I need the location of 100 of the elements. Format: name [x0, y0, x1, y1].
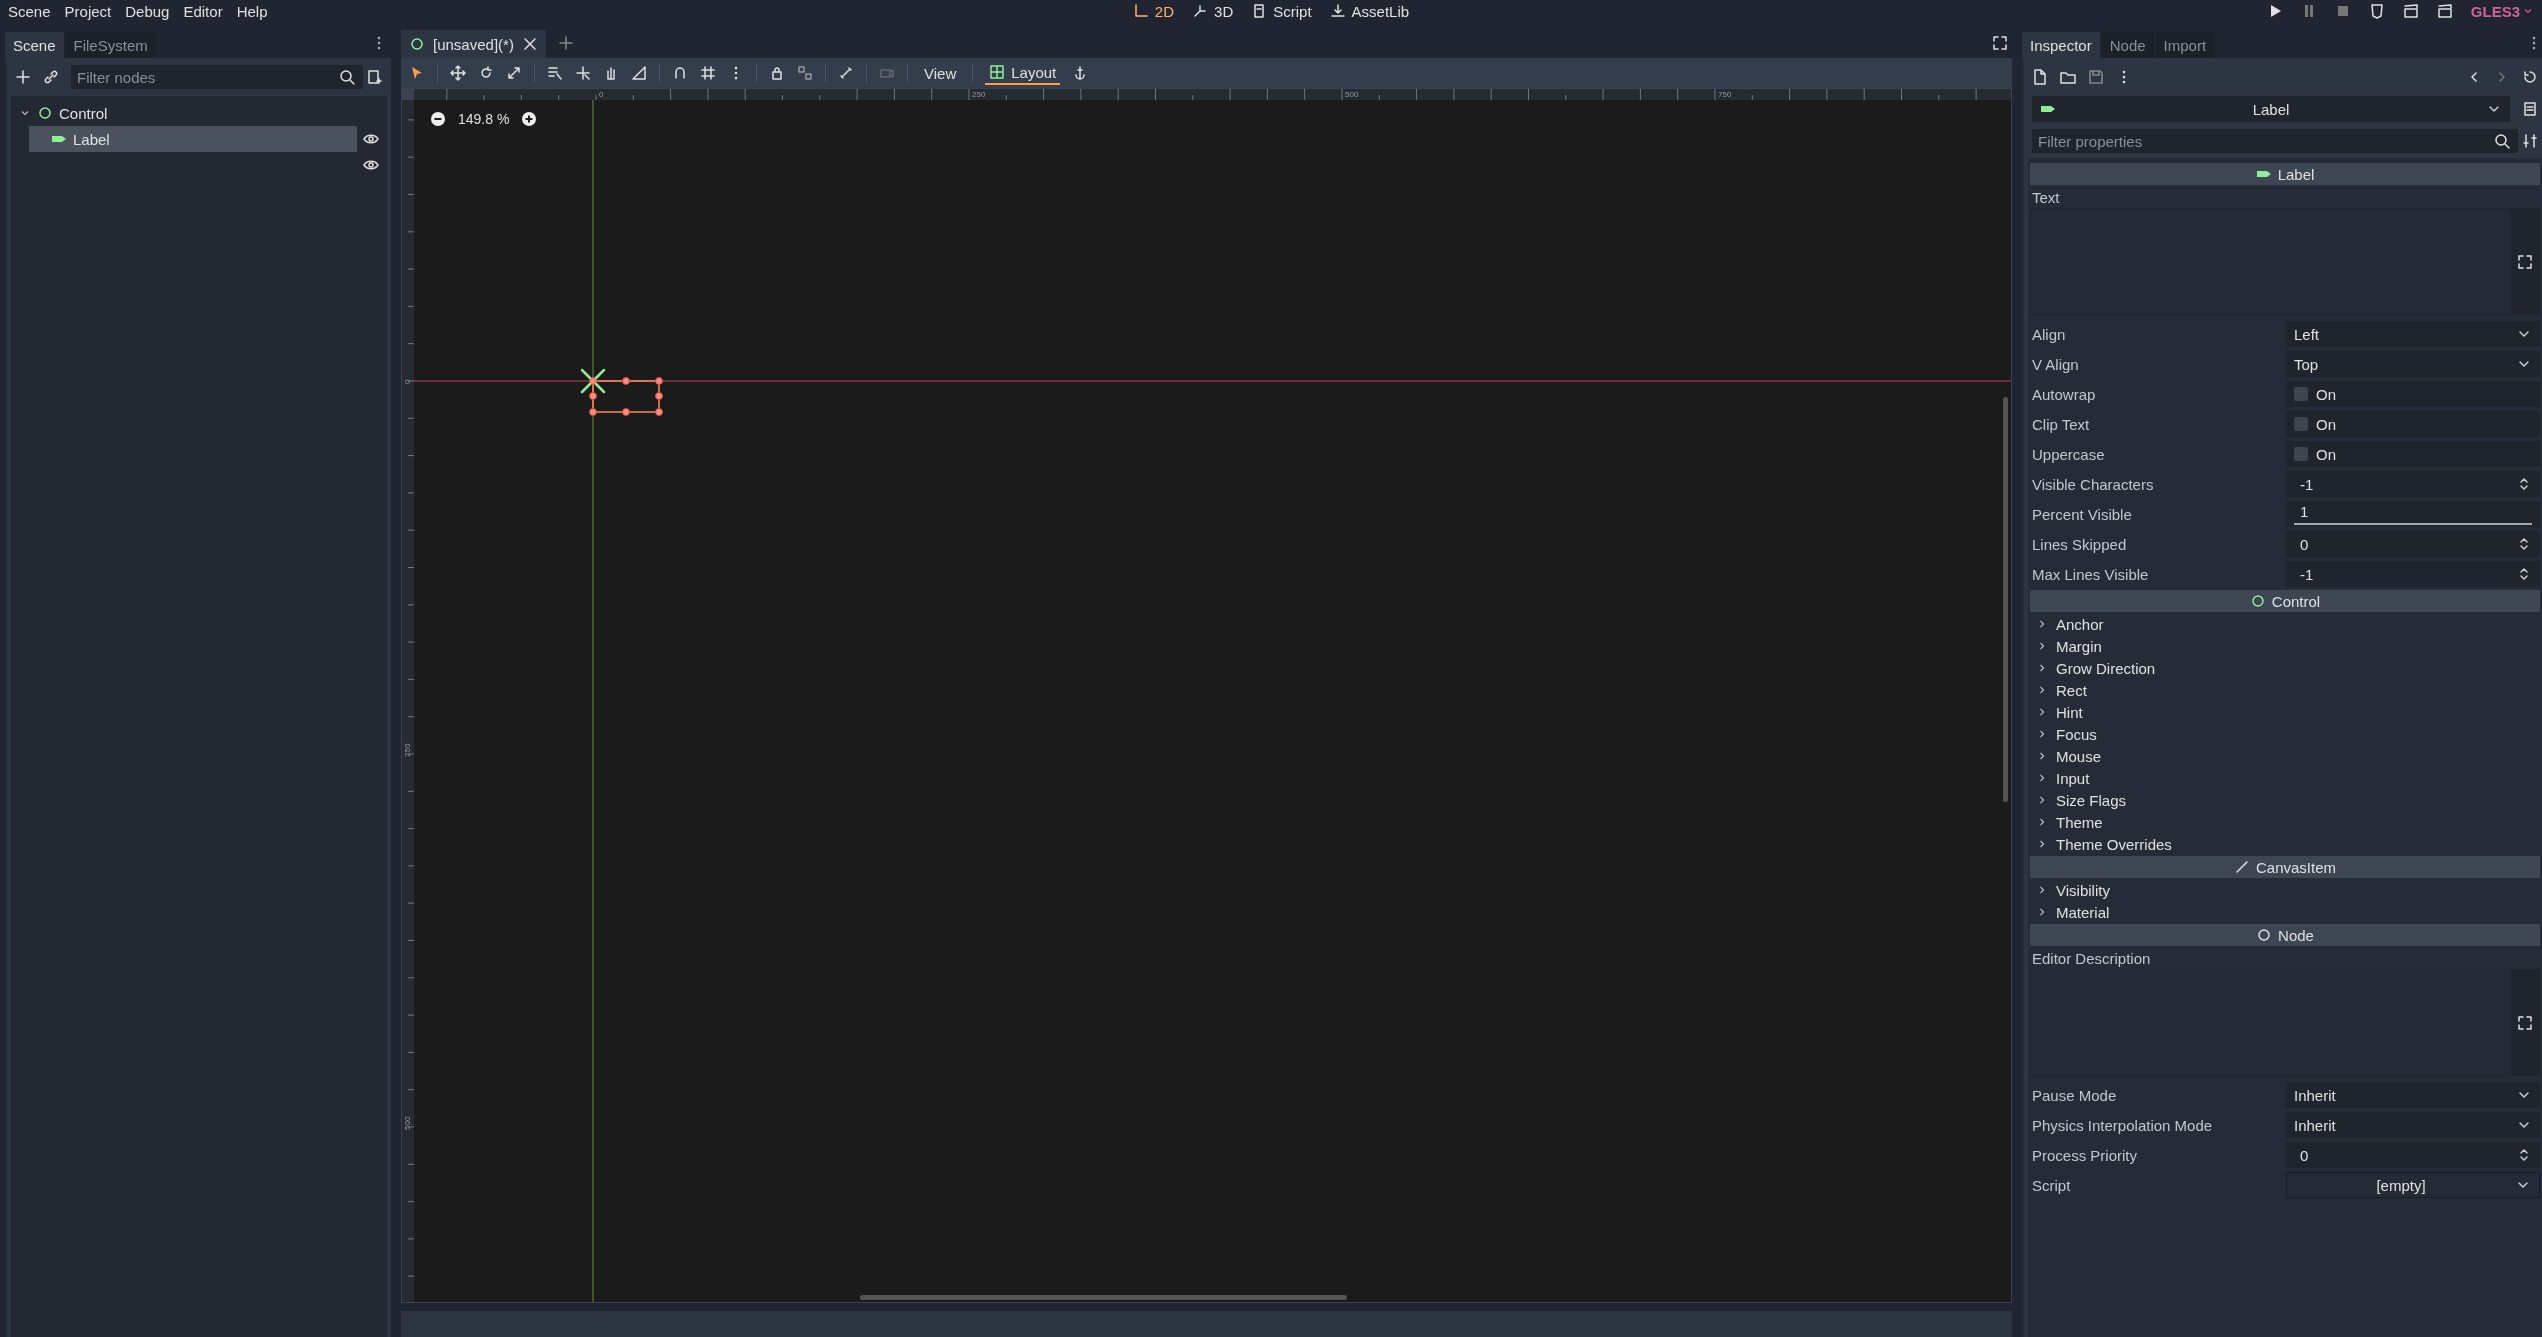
property-group[interactable]: Anchor: [2030, 613, 2540, 635]
number-field[interactable]: -1: [2286, 561, 2540, 587]
workspace-tab[interactable]: Script: [1251, 2, 1312, 20]
property-label: Editor Description: [2031, 948, 2152, 969]
property-dropdown[interactable]: Inherit: [2286, 1112, 2540, 1138]
ruler-label: 250: [403, 743, 412, 757]
property-label: Process Priority: [2032, 1146, 2139, 1164]
editor-tab[interactable]: [unsaved](*): [401, 30, 546, 58]
property-group[interactable]: Grow Direction: [2030, 657, 2540, 679]
search-icon[interactable]: [339, 69, 355, 85]
folder-icon[interactable]: [2060, 69, 2076, 85]
number-field[interactable]: -1: [2286, 471, 2540, 497]
doc-icon[interactable]: [2522, 101, 2538, 117]
slider-field[interactable]: 1: [2286, 501, 2540, 527]
dock-tab[interactable]: Inspector: [2022, 32, 2100, 58]
new-file-icon[interactable]: [2032, 69, 2048, 85]
layout-menu[interactable]: Layout: [985, 61, 1061, 85]
grid-icon[interactable]: [700, 65, 716, 81]
zoom-level[interactable]: 149.8 %: [458, 111, 510, 127]
list-select-icon[interactable]: [547, 65, 563, 81]
resource-picker[interactable]: [empty]: [2286, 1172, 2540, 1198]
add-tab-icon[interactable]: [557, 35, 574, 51]
history-icon[interactable]: [2522, 69, 2538, 85]
property-group[interactable]: Material: [2030, 901, 2540, 923]
property-group[interactable]: Focus: [2030, 723, 2540, 745]
property-label: Uppercase: [2032, 445, 2106, 463]
expand-icon[interactable]: [2517, 1014, 2533, 1031]
workspace-tab[interactable]: AssetLib: [1329, 2, 1410, 20]
property-label: Align: [2032, 325, 2067, 343]
section-title: Node: [2278, 926, 2314, 944]
property-group[interactable]: Theme Overrides: [2030, 833, 2540, 855]
move-icon[interactable]: [450, 65, 466, 81]
dock-tab[interactable]: FileSystem: [65, 32, 156, 58]
group-icon[interactable]: [797, 65, 813, 81]
vertical-scrollbar[interactable]: [2003, 397, 2008, 802]
scene-add-icon[interactable]: [367, 69, 383, 85]
shield-icon[interactable]: [2368, 3, 2385, 19]
filter-field[interactable]: Filter nodes: [71, 65, 363, 89]
close-icon[interactable]: [521, 36, 538, 52]
expand-icon[interactable]: [2517, 253, 2533, 270]
label-node-outline[interactable]: [589, 377, 663, 416]
property-group[interactable]: Margin: [2030, 635, 2540, 657]
pivot-icon[interactable]: [575, 65, 591, 81]
property-group[interactable]: Theme: [2030, 811, 2540, 833]
menu-item[interactable]: Scene: [8, 2, 51, 20]
property-dropdown[interactable]: Inherit: [2286, 1082, 2540, 1108]
filter-field[interactable]: Filter properties: [2032, 129, 2518, 153]
anchor-pivot-icon[interactable]: [580, 368, 606, 394]
property-checkbox[interactable]: On: [2286, 441, 2540, 467]
search-icon[interactable]: [2494, 133, 2510, 149]
workspace-tab[interactable]: 2D: [1132, 2, 1175, 20]
tools-icon[interactable]: [2522, 133, 2538, 149]
save-icon[interactable]: [2088, 69, 2104, 85]
dock-tab[interactable]: Node: [2101, 32, 2154, 58]
ruler-icon[interactable]: [631, 65, 647, 81]
clapperboard-icon[interactable]: [2402, 3, 2419, 19]
property-group[interactable]: Size Flags: [2030, 789, 2540, 811]
property-group[interactable]: Visibility: [2030, 879, 2540, 901]
property-checkbox[interactable]: On: [2286, 411, 2540, 437]
link-icon[interactable]: [43, 69, 59, 85]
layout-icon: [989, 64, 1006, 80]
zoom-in-icon[interactable]: [521, 111, 538, 127]
horizontal-scrollbar[interactable]: [860, 1295, 1347, 1300]
bone-icon[interactable]: [838, 65, 854, 81]
workspace-tab[interactable]: 3D: [1192, 2, 1234, 20]
tree-item[interactable]: Control: [15, 100, 383, 126]
lock-icon[interactable]: [769, 65, 785, 81]
checkbox[interactable]: [2294, 447, 2308, 461]
tree-item[interactable]: Label: [29, 126, 357, 152]
menu-item[interactable]: Debug: [125, 2, 170, 20]
number-field[interactable]: 0: [2286, 531, 2540, 557]
property-group[interactable]: Input: [2030, 767, 2540, 789]
property-dropdown[interactable]: Top: [2286, 351, 2540, 377]
menu-item[interactable]: Editor: [183, 2, 223, 20]
scale-icon[interactable]: [506, 65, 522, 81]
view-menu[interactable]: View: [920, 61, 961, 85]
object-selector[interactable]: Label: [2032, 96, 2510, 122]
property-dropdown[interactable]: Left: [2286, 321, 2540, 347]
rotate-icon[interactable]: [478, 65, 494, 81]
add-icon[interactable]: [15, 69, 31, 85]
section-title: CanvasItem: [2255, 858, 2336, 876]
property-group[interactable]: Mouse: [2030, 745, 2540, 767]
menu-item[interactable]: Project: [64, 2, 112, 20]
dock-tab[interactable]: Scene: [5, 32, 64, 58]
property-label: Text: [2031, 187, 2061, 208]
fullscreen-icon[interactable]: [1992, 35, 2008, 51]
property-checkbox[interactable]: On: [2286, 381, 2540, 407]
checkbox[interactable]: [2294, 417, 2308, 431]
snap-icon[interactable]: [672, 65, 688, 81]
clapperboard-icon[interactable]: [2436, 3, 2453, 19]
download-icon: [1329, 3, 1346, 19]
renderer-dropdown[interactable]: GLES3: [2470, 2, 2534, 20]
dock-tab[interactable]: Import: [2155, 32, 2215, 58]
checkbox[interactable]: [2294, 387, 2308, 401]
property-group[interactable]: Rect: [2030, 679, 2540, 701]
menu-item[interactable]: Help: [236, 2, 268, 20]
property-group[interactable]: Hint: [2030, 701, 2540, 723]
number-field[interactable]: 0: [2286, 1142, 2540, 1168]
zoom-out-icon[interactable]: [430, 111, 446, 127]
axes-icon: [1192, 3, 1209, 19]
